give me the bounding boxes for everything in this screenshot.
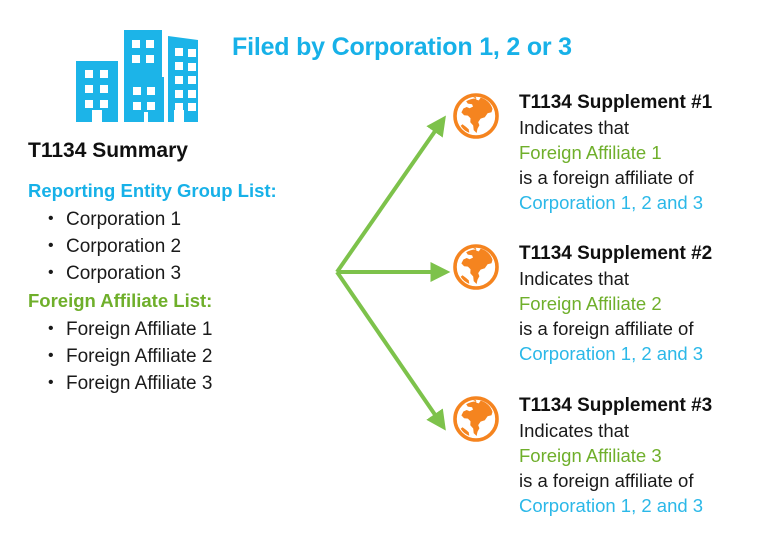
supplement-line-indicates: Indicates that [519, 420, 630, 441]
list-item: Corporation 3 [46, 259, 181, 287]
globe-icon [453, 93, 499, 139]
diagram-canvas: Filed by Corporation 1, 2 or 3 T1134 Sum… [0, 0, 779, 555]
supplement-text-3: T1134 Supplement #3 Indicates that Forei… [519, 393, 779, 518]
supplement-line-affiliate-of: is a foreign affiliate of [519, 167, 694, 188]
supplement-row-1: T1134 Supplement #1 Indicates that Forei… [450, 90, 779, 235]
supplement-corporations: Corporation 1, 2 and 3 [519, 495, 704, 516]
city-buildings-icon [76, 30, 198, 122]
list-item: Corporation 2 [46, 232, 181, 260]
reporting-entity-list: Corporation 1 Corporation 2 Corporation … [46, 205, 181, 287]
list-item: Foreign Affiliate 1 [46, 315, 212, 343]
reporting-entity-group-list-heading: Reporting Entity Group List: [28, 180, 277, 201]
supplement-row-3: T1134 Supplement #3 Indicates that Forei… [450, 393, 779, 538]
supplement-line-affiliate-of: is a foreign affiliate of [519, 470, 694, 491]
summary-title: T1134 Summary [28, 139, 188, 162]
foreign-affiliate-list-heading: Foreign Affiliate List: [28, 290, 213, 311]
supplement-affiliate-name: Foreign Affiliate 1 [519, 142, 662, 163]
page-title: Filed by Corporation 1, 2 or 3 [232, 33, 572, 61]
supplement-affiliate-name: Foreign Affiliate 2 [519, 293, 662, 314]
supplement-corporations: Corporation 1, 2 and 3 [519, 343, 704, 364]
globe-icon [453, 396, 499, 442]
supplement-text-2: T1134 Supplement #2 Indicates that Forei… [519, 241, 779, 366]
supplement-heading: T1134 Supplement #1 [519, 92, 713, 113]
supplement-heading: T1134 Supplement #3 [519, 395, 713, 416]
supplement-line-indicates: Indicates that [519, 117, 630, 138]
list-item: Foreign Affiliate 2 [46, 342, 212, 370]
list-item: Corporation 1 [46, 205, 181, 233]
supplement-text-1: T1134 Supplement #1 Indicates that Forei… [519, 90, 779, 215]
globe-icon [453, 244, 499, 290]
arrow-icon-to-supplement-1 [335, 115, 446, 274]
foreign-affiliate-list: Foreign Affiliate 1 Foreign Affiliate 2 … [46, 315, 212, 397]
list-item: Foreign Affiliate 3 [46, 369, 212, 397]
supplement-line-affiliate-of: is a foreign affiliate of [519, 318, 694, 339]
supplement-line-indicates: Indicates that [519, 268, 630, 289]
supplement-row-2: T1134 Supplement #2 Indicates that Forei… [450, 241, 779, 386]
supplement-affiliate-name: Foreign Affiliate 3 [519, 445, 662, 466]
supplement-heading: T1134 Supplement #2 [519, 243, 713, 264]
supplement-corporations: Corporation 1, 2 and 3 [519, 192, 704, 213]
arrow-icon-to-supplement-3 [335, 270, 446, 431]
